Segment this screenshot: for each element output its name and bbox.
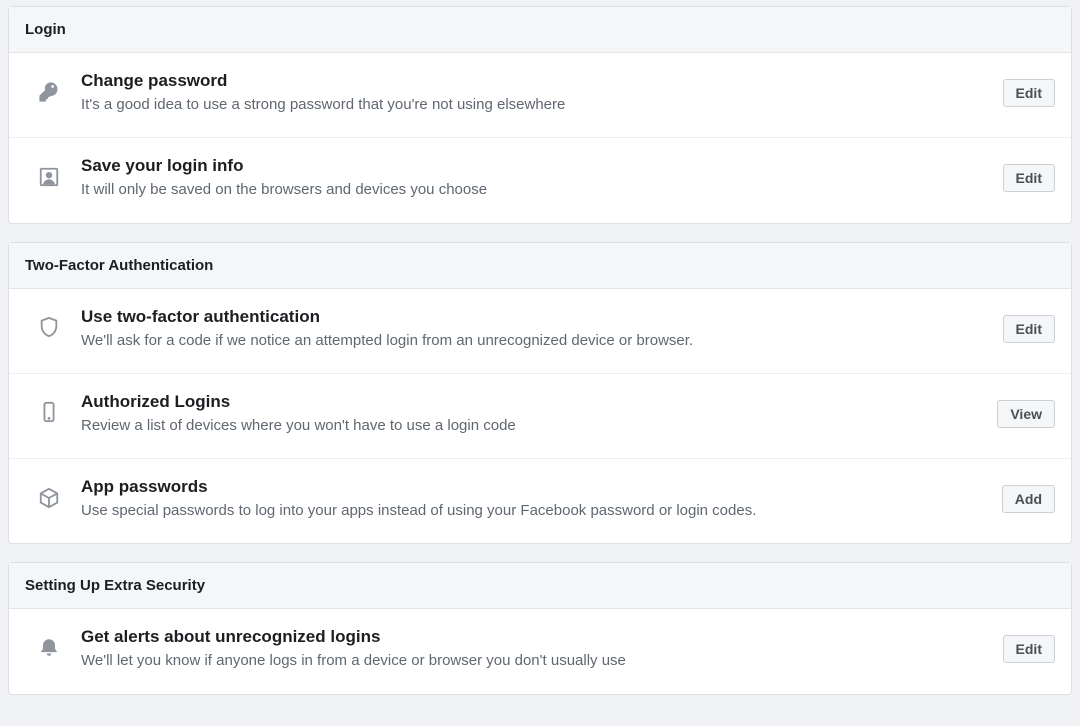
row-authorized-logins[interactable]: Authorized Logins Review a list of devic… (9, 374, 1071, 459)
row-title: Change password (81, 71, 987, 91)
row-app-passwords[interactable]: App passwords Use special passwords to l… (9, 459, 1071, 543)
edit-button[interactable]: Edit (1003, 79, 1055, 107)
view-button[interactable]: View (997, 400, 1055, 428)
box-icon (38, 487, 60, 514)
row-login-alerts[interactable]: Get alerts about unrecognized logins We'… (9, 609, 1071, 693)
row-title: Use two-factor authentication (81, 307, 987, 327)
row-change-password[interactable]: Change password It's a good idea to use … (9, 53, 1071, 138)
two-factor-section: Two-Factor Authentication Use two-factor… (8, 242, 1072, 545)
bell-icon (38, 637, 60, 664)
person-square-icon (38, 166, 60, 193)
row-title: Get alerts about unrecognized logins (81, 627, 987, 647)
row-title: Save your login info (81, 156, 987, 176)
section-header-login: Login (9, 7, 1071, 53)
row-desc: Review a list of devices where you won't… (81, 416, 981, 436)
edit-button[interactable]: Edit (1003, 164, 1055, 192)
row-save-login-info[interactable]: Save your login info It will only be sav… (9, 138, 1071, 222)
row-title: Authorized Logins (81, 392, 981, 412)
section-header-extra-security: Setting Up Extra Security (9, 563, 1071, 609)
row-desc: Use special passwords to log into your a… (81, 501, 986, 521)
row-desc: It's a good idea to use a strong passwor… (81, 95, 987, 115)
shield-icon (38, 316, 60, 343)
row-desc: We'll let you know if anyone logs in fro… (81, 651, 987, 671)
extra-security-section: Setting Up Extra Security Get alerts abo… (8, 562, 1072, 694)
phone-icon (38, 401, 60, 428)
row-title: App passwords (81, 477, 986, 497)
key-icon (38, 81, 60, 108)
section-header-two-factor: Two-Factor Authentication (9, 243, 1071, 289)
row-desc: It will only be saved on the browsers an… (81, 180, 987, 200)
row-desc: We'll ask for a code if we notice an att… (81, 331, 987, 351)
row-two-factor-auth[interactable]: Use two-factor authentication We'll ask … (9, 289, 1071, 374)
login-section: Login Change password It's a good idea t… (8, 6, 1072, 224)
edit-button[interactable]: Edit (1003, 635, 1055, 663)
edit-button[interactable]: Edit (1003, 315, 1055, 343)
add-button[interactable]: Add (1002, 485, 1055, 513)
